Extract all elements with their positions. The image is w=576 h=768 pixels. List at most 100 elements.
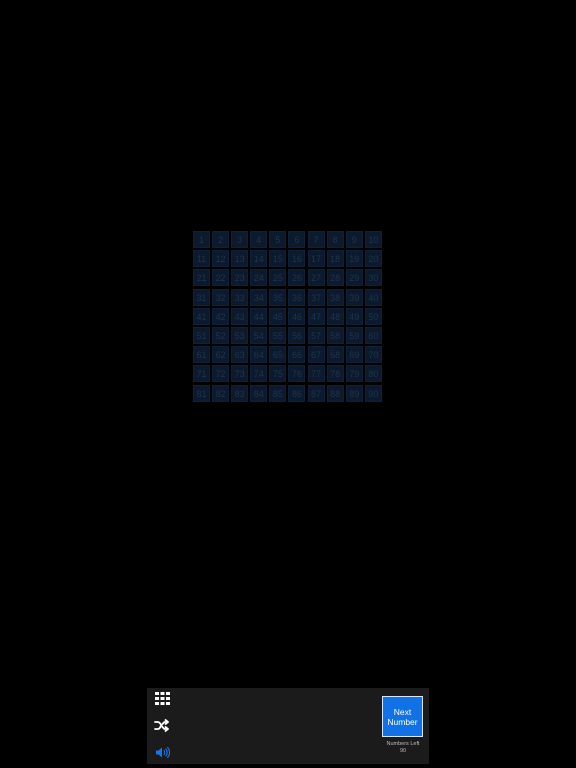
number-cell: 65	[269, 346, 287, 364]
numbers-left-counter: Numbers Left 90	[377, 741, 429, 754]
number-cell: 72	[212, 365, 230, 383]
number-cell: 67	[307, 346, 325, 364]
number-cell: 40	[364, 288, 382, 306]
app-root: 1 2 3 4 5 6 7 8 9 10 11 12 13 14 15 16 17 18 19 20 21 22 23 24 2…	[0, 0, 576, 768]
number-cell: 60	[364, 326, 382, 344]
number-cell: 1	[193, 231, 210, 248]
number-cell: 26	[288, 269, 306, 287]
number-cell: 38	[326, 288, 344, 306]
number-cell: 5	[269, 231, 287, 248]
bottom-toolbar: Next Number Numbers Left 90	[147, 688, 429, 764]
number-cell: 29	[345, 269, 363, 287]
grid-view-button[interactable]	[151, 688, 173, 708]
number-cell: 24	[250, 269, 268, 287]
number-cell: 36	[288, 288, 306, 306]
number-cell: 48	[326, 307, 344, 325]
number-cell: 30	[364, 269, 382, 287]
number-cell: 22	[212, 269, 230, 287]
number-cell: 62	[212, 346, 230, 364]
number-cell: 41	[193, 307, 210, 325]
speaker-icon	[155, 746, 170, 758]
number-cell: 78	[326, 365, 344, 383]
number-cell: 39	[345, 288, 363, 306]
number-cell: 54	[250, 326, 268, 344]
number-cell: 56	[288, 326, 306, 344]
number-cell: 13	[231, 250, 249, 268]
numbers-left-value: 90	[399, 747, 407, 754]
number-cell: 42	[212, 307, 230, 325]
number-cell: 53	[231, 326, 249, 344]
grid-icon	[154, 691, 170, 705]
number-cell: 79	[345, 365, 363, 383]
number-cell: 63	[231, 346, 249, 364]
number-cell: 10	[364, 231, 382, 248]
number-cell: 83	[231, 384, 249, 402]
number-cell: 2	[212, 231, 230, 248]
number-cell: 66	[288, 346, 306, 364]
number-cell: 71	[193, 365, 210, 383]
number-cell: 49	[345, 307, 363, 325]
number-cell: 51	[193, 326, 210, 344]
number-cell: 34	[250, 288, 268, 306]
number-cell: 18	[326, 250, 344, 268]
sound-button[interactable]	[151, 742, 173, 762]
number-cell: 4	[250, 231, 268, 248]
number-cell: 75	[269, 365, 287, 383]
number-cell: 76	[288, 365, 306, 383]
number-cell: 46	[288, 307, 306, 325]
number-cell: 28	[326, 269, 344, 287]
number-cell: 55	[269, 326, 287, 344]
number-cell: 57	[307, 326, 325, 344]
number-cell: 27	[307, 269, 325, 287]
number-cell: 19	[345, 250, 363, 268]
number-cell: 37	[307, 288, 325, 306]
number-board: 1 2 3 4 5 6 7 8 9 10 11 12 13 14 15 16 17 18 19 20 21 22 23 24 2…	[193, 231, 383, 402]
number-cell: 69	[345, 346, 363, 364]
number-cell: 44	[250, 307, 268, 325]
number-cell: 58	[326, 326, 344, 344]
number-cell: 7	[307, 231, 325, 248]
number-cell: 11	[193, 250, 210, 268]
number-cell: 85	[269, 384, 287, 402]
number-cell: 59	[345, 326, 363, 344]
number-cell: 35	[269, 288, 287, 306]
number-cell: 8	[326, 231, 344, 248]
number-cell: 84	[250, 384, 268, 402]
number-cell: 80	[364, 365, 382, 383]
next-number-button[interactable]: Next Number	[382, 696, 423, 737]
number-cell: 88	[326, 384, 344, 402]
number-cell: 21	[193, 269, 210, 287]
number-cell: 52	[212, 326, 230, 344]
number-cell: 14	[250, 250, 268, 268]
number-cell: 73	[231, 365, 249, 383]
number-cell: 87	[307, 384, 325, 402]
number-cell: 70	[364, 346, 382, 364]
number-cell: 64	[250, 346, 268, 364]
number-cell: 23	[231, 269, 249, 287]
number-cell: 89	[345, 384, 363, 402]
number-cell: 45	[269, 307, 287, 325]
number-cell: 33	[231, 288, 249, 306]
number-cell: 16	[288, 250, 306, 268]
number-cell: 17	[307, 250, 325, 268]
number-cell: 43	[231, 307, 249, 325]
number-cell: 50	[364, 307, 382, 325]
number-cell: 25	[269, 269, 287, 287]
number-cell: 9	[345, 231, 363, 248]
number-cell: 32	[212, 288, 230, 306]
number-cell: 3	[231, 231, 249, 248]
next-number-label: Next Number	[387, 706, 418, 727]
number-cell: 6	[288, 231, 306, 248]
number-cell: 61	[193, 346, 210, 364]
shuffle-icon	[154, 718, 169, 732]
shuffle-button[interactable]	[151, 715, 173, 735]
number-cell: 74	[250, 365, 268, 383]
number-cell: 77	[307, 365, 325, 383]
number-cell: 81	[193, 384, 210, 402]
number-cell: 47	[307, 307, 325, 325]
number-cell: 82	[212, 384, 230, 402]
number-cell: 12	[212, 250, 230, 268]
number-cell: 31	[193, 288, 210, 306]
number-cell: 20	[364, 250, 382, 268]
number-cell: 86	[288, 384, 306, 402]
